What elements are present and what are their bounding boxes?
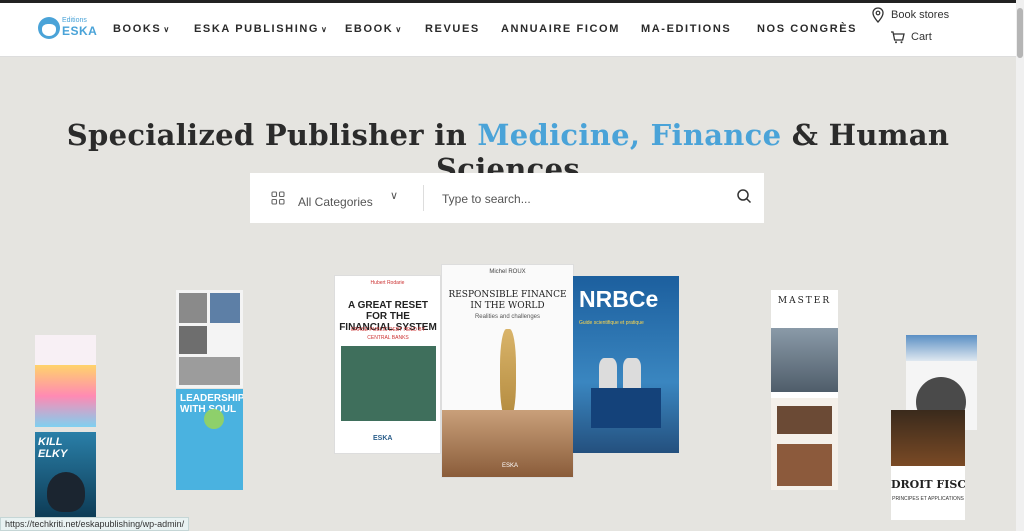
- nav-books[interactable]: BOOKS ∨: [113, 23, 169, 35]
- search-input[interactable]: [442, 189, 722, 209]
- cover-photo: [179, 357, 240, 385]
- cover-chalkboard: [341, 346, 436, 421]
- cover-photo: [777, 444, 832, 486]
- cover-photo: [179, 293, 207, 323]
- book-title-nrbce: NRBCe: [579, 286, 659, 312]
- chevron-down-icon: ∨: [163, 25, 170, 34]
- book-cover-great-reset[interactable]: Hubert Rodarie A GREAT RESET FOR THE FIN…: [334, 275, 441, 454]
- category-select[interactable]: All Categories: [298, 195, 373, 209]
- cart-link[interactable]: Cart: [890, 30, 932, 44]
- book-author-reset: Hubert Rodarie: [370, 280, 405, 286]
- cover-photo: [179, 326, 207, 354]
- book-cover-nrbce[interactable]: NRBCe Guide scientifique et pratique: [573, 276, 679, 453]
- chevron-down-icon[interactable]: ∨: [390, 189, 398, 202]
- book-cover-leadership-soul[interactable]: LEADERSHIP WITH SOUL: [176, 389, 243, 490]
- search-bar: All Categories ∨: [250, 173, 764, 223]
- nav-nos-congres[interactable]: NOS CONGRÈS: [757, 23, 857, 35]
- cart-label: Cart: [911, 31, 932, 43]
- book-cover-history[interactable]: [176, 290, 243, 388]
- nav-revues[interactable]: REVUES: [425, 23, 480, 35]
- book-cover-droit-fiscal[interactable]: DROIT FISCAL PRINCIPES ET APPLICATIONS: [891, 410, 965, 520]
- nav-eska-publishing[interactable]: ESKA PUBLISHING ∨: [194, 23, 327, 35]
- cover-leaf: [204, 409, 224, 429]
- cover-photo: [210, 293, 240, 323]
- book-author-responsible: Michel ROUX: [489, 269, 526, 275]
- book-title-responsible: RESPONSIBLE FINANCE IN THE WORLD: [448, 290, 567, 311]
- cover-sky: [906, 335, 977, 361]
- book-cover-language[interactable]: [35, 335, 96, 427]
- chevron-down-icon: ∨: [321, 25, 327, 34]
- book-stores-link[interactable]: Book stores: [871, 7, 949, 23]
- book-subtitle-reset: ERASE PUBLIC DEBT HELD BY CENTRAL BANKS: [351, 327, 425, 341]
- book-title-kill-elky: KILL ELKY: [38, 436, 68, 460]
- nav-annuaire-ficom[interactable]: ANNUAIRE FICOM: [501, 23, 620, 35]
- logo-text-small: Editions: [62, 17, 87, 24]
- book-stores-label: Book stores: [891, 9, 950, 21]
- hero-text-accent: Medicine, Finance: [477, 118, 782, 152]
- page-scrollbar[interactable]: [1016, 0, 1024, 531]
- nav-ma-editions[interactable]: MA-EDITIONS: [641, 23, 731, 35]
- cover-band: [35, 335, 96, 365]
- book-cover-master[interactable]: MASTER: [771, 290, 838, 398]
- cover-tower: [623, 358, 641, 388]
- cart-icon: [891, 31, 905, 44]
- book-cover-kill-elky[interactable]: KILL ELKY: [35, 432, 96, 518]
- site-header: Editions ESKA BOOKS ∨ ESKA PUBLISHING ∨ EB…: [0, 3, 1016, 57]
- cover-harbor: [771, 328, 838, 392]
- book-cover-responsible-finance[interactable]: Michel ROUX RESPONSIBLE FINANCE IN THE W…: [441, 264, 574, 478]
- book-cover-faces[interactable]: [771, 398, 838, 490]
- location-pin-icon: [872, 7, 884, 23]
- grid-icon: [271, 191, 285, 205]
- cover-figure: [47, 472, 85, 512]
- chevron-down-icon: ∨: [395, 25, 402, 34]
- book-subtitle-nrbce: Guide scientifique et pratique: [579, 320, 644, 326]
- book-publisher-responsible: ESKA: [502, 463, 519, 469]
- scrollbar-thumb[interactable]: [1017, 8, 1023, 58]
- nav-ebook-label: EBOOK: [345, 23, 394, 35]
- logo-text-big: ESKA: [62, 24, 98, 38]
- nav-books-label: BOOKS: [113, 23, 162, 35]
- cover-figures: [591, 388, 661, 428]
- book-subtitle-droit-fiscal: PRINCIPES ET APPLICATIONS: [892, 496, 964, 502]
- book-subtitle-responsible: Realities and challenges: [474, 314, 541, 320]
- hero-text-start: Specialized Publisher in: [66, 118, 478, 152]
- nav-nos-congres-label: NOS CONGRÈS: [757, 23, 858, 35]
- eska-logo[interactable]: Editions ESKA: [38, 17, 97, 43]
- search-divider: [423, 185, 424, 211]
- cover-image: [891, 410, 965, 466]
- cover-plant: [500, 329, 516, 419]
- nav-revues-label: REVUES: [425, 23, 480, 35]
- nav-eska-publishing-label: ESKA PUBLISHING: [194, 23, 320, 35]
- cover-tower: [599, 358, 617, 388]
- nav-annuaire-ficom-label: ANNUAIRE FICOM: [501, 23, 620, 35]
- logo-face: [42, 24, 56, 36]
- cover-photo: [777, 406, 832, 434]
- status-bar-url: https://techkriti.net/eskapublishing/wp-…: [0, 517, 190, 531]
- nav-ebook[interactable]: EBOOK ∨: [345, 23, 401, 35]
- book-title-droit-fiscal: DROIT FISCAL: [891, 478, 965, 491]
- nav-ma-editions-label: MA-EDITIONS: [641, 23, 732, 35]
- book-title-master: MASTER: [777, 296, 832, 306]
- search-icon[interactable]: [736, 188, 752, 204]
- book-publisher-reset: ESKA: [373, 435, 393, 442]
- cover-image: [35, 365, 96, 427]
